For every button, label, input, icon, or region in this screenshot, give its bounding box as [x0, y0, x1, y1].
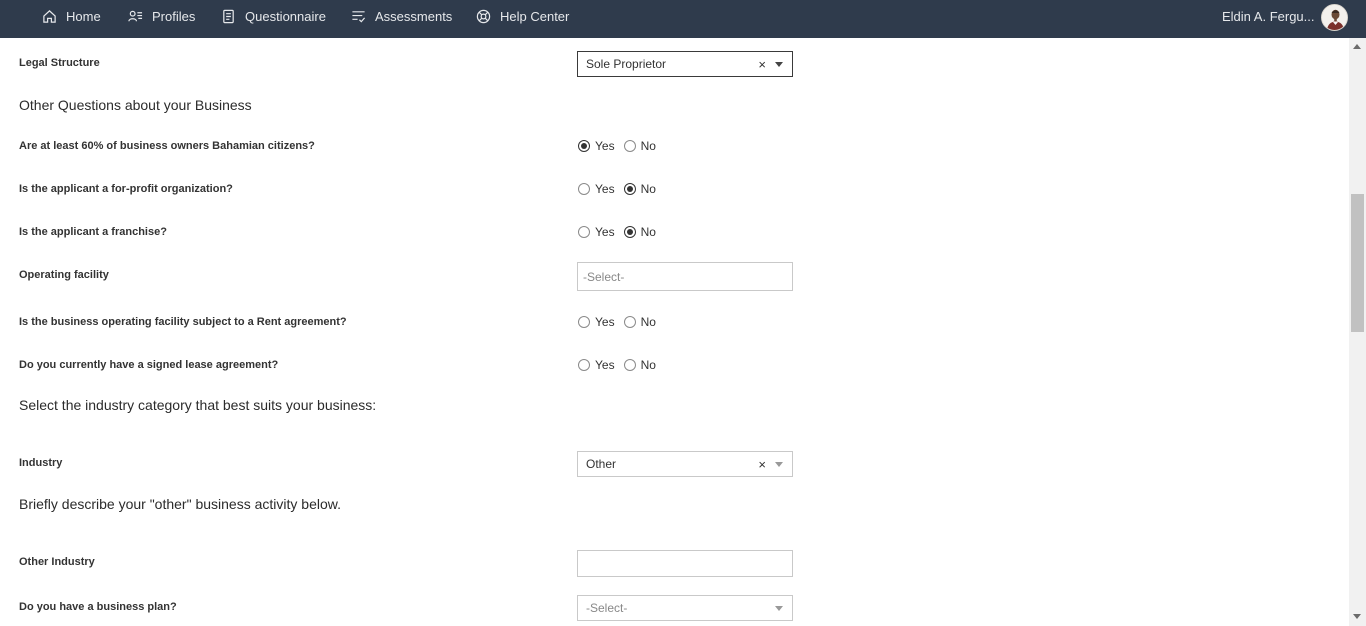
for-profit-no[interactable]: No	[623, 182, 656, 196]
radio-unchecked-icon[interactable]	[623, 140, 636, 152]
nav-questionnaire-label: Questionnaire	[245, 8, 326, 24]
other-questions-title: Other Questions about your Business	[19, 97, 252, 113]
other-industry-label: Other Industry	[19, 556, 95, 568]
other-activity-title: Briefly describe your "other" business a…	[19, 496, 341, 512]
form-content: Legal Structure Sole Proprietor × Other …	[0, 38, 1349, 626]
franchise-no[interactable]: No	[623, 225, 656, 239]
bahamian-citizens-label: Are at least 60% of business owners Baha…	[19, 140, 315, 152]
radio-no-label: No	[640, 358, 656, 372]
home-icon	[43, 9, 56, 23]
rent-agreement-yes[interactable]: Yes	[578, 315, 615, 329]
chevron-down-icon[interactable]	[775, 606, 783, 611]
legal-structure-label: Legal Structure	[19, 57, 100, 69]
assessments-icon	[352, 10, 366, 23]
rent-agreement-label: Is the business operating facility subje…	[19, 316, 347, 328]
nav-assessments-label: Assessments	[375, 8, 453, 24]
radio-yes-label: Yes	[595, 315, 615, 329]
radio-checked-icon[interactable]	[623, 226, 636, 238]
nav-home[interactable]: Home	[42, 0, 101, 32]
rent-agreement-no[interactable]: No	[623, 315, 656, 329]
nav-questionnaire[interactable]: Questionnaire	[221, 0, 326, 32]
radio-unchecked-icon[interactable]	[578, 316, 590, 328]
scroll-down-arrow-icon[interactable]	[1353, 614, 1361, 619]
chevron-down-icon[interactable]	[775, 62, 783, 67]
signed-lease-radio-group: Yes No	[578, 357, 665, 373]
clear-icon[interactable]: ×	[758, 57, 766, 72]
industry-label: Industry	[19, 457, 63, 469]
nav-help-center-label: Help Center	[500, 8, 570, 24]
signed-lease-yes[interactable]: Yes	[578, 358, 615, 372]
radio-unchecked-icon[interactable]	[623, 316, 636, 328]
for-profit-yes[interactable]: Yes	[578, 182, 615, 196]
help-center-icon	[476, 9, 491, 23]
questionnaire-icon	[223, 9, 234, 23]
user-name[interactable]: Eldin A. Fergu...	[1222, 0, 1315, 32]
operating-facility-placeholder: -Select-	[583, 269, 625, 284]
legal-structure-select[interactable]: Sole Proprietor ×	[577, 51, 793, 77]
radio-unchecked-icon[interactable]	[578, 226, 590, 238]
nav-assessments[interactable]: Assessments	[351, 0, 452, 32]
radio-yes-label: Yes	[595, 225, 615, 239]
radio-unchecked-icon[interactable]	[578, 359, 590, 371]
for-profit-label: Is the applicant a for-profit organizati…	[19, 183, 233, 195]
radio-unchecked-icon[interactable]	[578, 183, 590, 195]
avatar[interactable]	[1321, 4, 1348, 31]
chevron-down-icon[interactable]	[775, 462, 783, 467]
radio-no-label: No	[640, 225, 656, 239]
radio-no-label: No	[640, 139, 656, 153]
signed-lease-no[interactable]: No	[623, 358, 656, 372]
franchise-yes[interactable]: Yes	[578, 225, 615, 239]
nav-profiles-label: Profiles	[152, 8, 196, 24]
legal-structure-value: Sole Proprietor	[586, 57, 667, 71]
radio-unchecked-icon[interactable]	[623, 359, 636, 371]
radio-no-label: No	[640, 182, 656, 196]
for-profit-radio-group: Yes No	[578, 181, 665, 197]
franchise-radio-group: Yes No	[578, 224, 665, 240]
operating-facility-label: Operating facility	[19, 269, 109, 281]
radio-checked-icon[interactable]	[623, 183, 636, 195]
signed-lease-label: Do you currently have a signed lease agr…	[19, 359, 279, 371]
rent-agreement-radio-group: Yes No	[578, 314, 665, 330]
industry-value: Other	[586, 457, 617, 471]
top-navbar: Home Profiles Questionnaire Assessments …	[0, 0, 1366, 38]
business-plan-label: Do you have a business plan?	[19, 601, 177, 613]
bahamian-citizens-no[interactable]: No	[623, 139, 656, 153]
scroll-up-arrow-icon[interactable]	[1353, 44, 1361, 49]
clear-icon[interactable]: ×	[758, 457, 766, 472]
nav-home-label: Home	[66, 8, 101, 24]
bahamian-citizens-radio-group: Yes No	[578, 138, 665, 154]
bahamian-citizens-yes[interactable]: Yes	[578, 139, 615, 153]
scroll-thumb[interactable]	[1351, 194, 1364, 332]
operating-facility-select[interactable]: -Select-	[577, 262, 793, 291]
radio-no-label: No	[640, 315, 656, 329]
nav-profiles[interactable]: Profiles	[128, 0, 195, 32]
vertical-scrollbar[interactable]	[1349, 38, 1366, 626]
other-industry-input[interactable]	[577, 550, 793, 577]
franchise-label: Is the applicant a franchise?	[19, 226, 167, 238]
radio-checked-icon[interactable]	[578, 140, 590, 152]
industry-category-title: Select the industry category that best s…	[19, 397, 377, 413]
nav-help-center[interactable]: Help Center	[476, 0, 569, 32]
avatar-image	[1322, 5, 1347, 30]
radio-yes-label: Yes	[595, 139, 615, 153]
industry-select[interactable]: Other ×	[577, 451, 793, 477]
radio-yes-label: Yes	[595, 358, 615, 372]
business-plan-placeholder: -Select-	[586, 601, 628, 615]
business-plan-select[interactable]: -Select-	[577, 595, 793, 621]
profiles-icon	[128, 10, 143, 21]
radio-yes-label: Yes	[595, 182, 615, 196]
